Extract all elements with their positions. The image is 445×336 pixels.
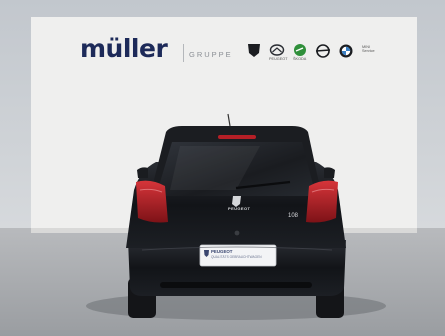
skoda-caption: ŠKODA	[293, 57, 307, 61]
peugeot-caption: PEUGEOT	[269, 57, 288, 61]
left-mirror	[137, 167, 148, 178]
rear-badge-text: PEUGEOT	[228, 206, 251, 211]
right-tail-light	[306, 180, 338, 223]
dealer-brand-name: müller	[80, 34, 168, 63]
third-brake-light	[218, 135, 256, 139]
right-mirror	[324, 167, 335, 178]
mini-service-caption: MINI Service	[362, 45, 375, 53]
plate-line-1: PEUGEOT	[211, 249, 233, 254]
plate-line-2: QUALITÄTS GEBRAUCHTWAGEN	[211, 255, 262, 259]
brand-divider	[183, 44, 184, 62]
model-badge: 108	[288, 213, 299, 219]
left-tail-light	[136, 180, 168, 223]
group-label: GRUPPE	[189, 50, 233, 59]
